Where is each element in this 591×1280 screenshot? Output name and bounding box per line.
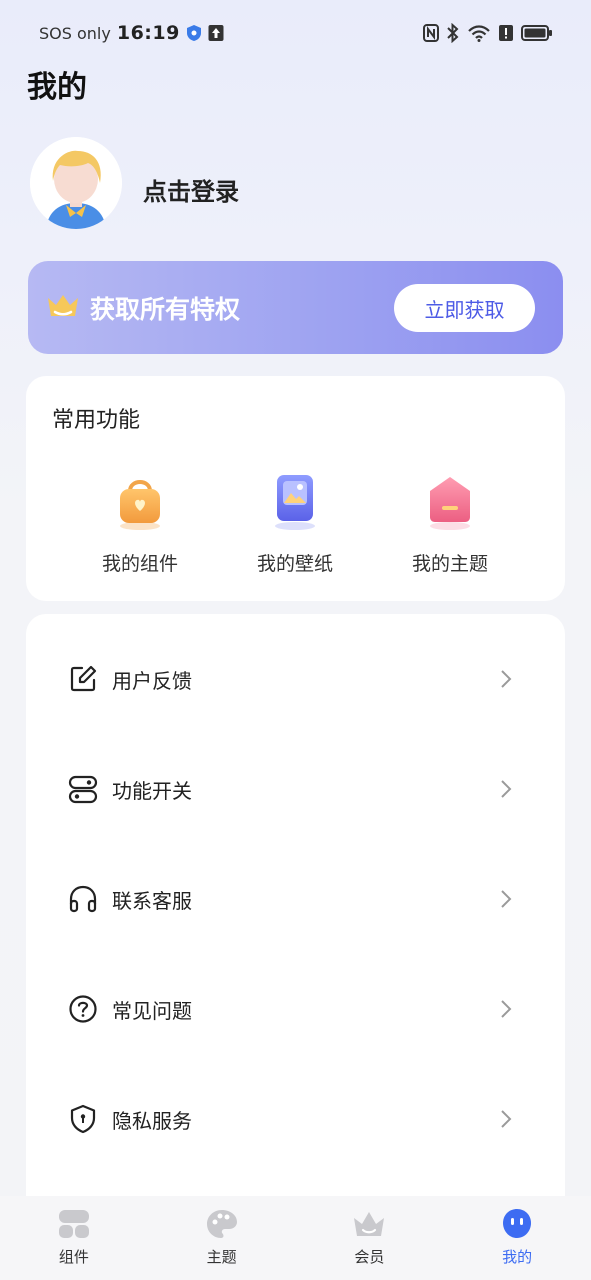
nav-tab-mine[interactable]: 我的 <box>443 1196 591 1280</box>
common-functions-card: 常用功能 我的组件 我的壁纸 我的主题 <box>26 376 565 601</box>
menu-item-privacy[interactable]: 隐私服务 <box>26 1079 565 1159</box>
upload-status-icon <box>208 24 224 42</box>
menu-label-feature-switch: 功能开关 <box>112 778 192 803</box>
common-functions-title: 常用功能 <box>52 408 141 433</box>
status-bar: SOS only 16:19 <box>0 0 591 66</box>
home-theme-icon <box>430 477 470 530</box>
get-now-button[interactable]: 立即获取 <box>394 284 535 332</box>
login-button[interactable]: 点击登录 <box>143 172 239 207</box>
wifi-icon <box>467 24 491 42</box>
bluetooth-icon <box>447 23 459 43</box>
vip-banner[interactable]: 获取所有特权 立即获取 <box>28 261 563 354</box>
shield-icon <box>70 1104 96 1134</box>
crown-nav-icon <box>354 1212 385 1236</box>
palette-icon <box>206 1210 237 1238</box>
avatar-illustration-icon <box>30 137 122 229</box>
menu-item-customer-service[interactable]: 联系客服 <box>26 859 565 939</box>
alert-status-icon <box>499 24 513 42</box>
question-icon <box>69 995 97 1023</box>
chevron-right-icon <box>501 890 512 908</box>
menu-label-privacy: 隐私服务 <box>112 1108 192 1133</box>
chevron-right-icon <box>501 670 512 688</box>
settings-menu-card: 用户反馈 功能开关 联系客服 常见问题 隐私服务 <box>26 614 565 1214</box>
menu-item-faq[interactable]: 常见问题 <box>26 969 565 1049</box>
menu-label-faq: 常见问题 <box>112 998 192 1023</box>
nav-label-membership: 会员 <box>354 1248 385 1266</box>
menu-item-feedback[interactable]: 用户反馈 <box>26 639 565 719</box>
my-wallpapers-item[interactable]: 我的壁纸 <box>235 471 355 581</box>
menu-label-customer-service: 联系客服 <box>112 888 192 913</box>
edit-icon <box>70 665 97 692</box>
profile-face-icon <box>503 1209 532 1238</box>
crown-icon <box>46 292 80 324</box>
wallpaper-icon <box>275 475 315 530</box>
nav-tab-themes[interactable]: 主题 <box>148 1196 296 1280</box>
page-title: 我的 <box>27 70 87 105</box>
status-bar-right <box>423 23 553 43</box>
clock: 16:19 <box>116 22 180 44</box>
shield-status-icon <box>186 24 202 42</box>
chevron-right-icon <box>501 1110 512 1128</box>
bag-icon <box>120 480 160 530</box>
nav-label-themes: 主题 <box>206 1248 237 1266</box>
menu-label-feedback: 用户反馈 <box>112 668 192 693</box>
avatar[interactable] <box>30 137 122 229</box>
nav-label-mine: 我的 <box>502 1248 533 1266</box>
my-themes-label: 我的主题 <box>411 553 488 575</box>
chevron-right-icon <box>501 780 512 798</box>
widgets-icon <box>58 1210 89 1238</box>
bottom-nav: 组件 主题 会员 我的 <box>0 1196 591 1280</box>
toggle-icon <box>68 775 98 804</box>
headset-icon <box>69 885 97 913</box>
carrier-text: SOS only <box>39 23 111 43</box>
vip-banner-text: 获取所有特权 <box>90 294 241 324</box>
nav-tab-widgets[interactable]: 组件 <box>0 1196 148 1280</box>
chevron-right-icon <box>501 1000 512 1018</box>
nav-tab-membership[interactable]: 会员 <box>296 1196 444 1280</box>
my-widgets-label: 我的组件 <box>101 553 178 575</box>
menu-item-feature-switch[interactable]: 功能开关 <box>26 749 565 829</box>
my-widgets-item[interactable]: 我的组件 <box>80 471 200 581</box>
battery-icon <box>521 24 553 42</box>
nav-label-widgets: 组件 <box>58 1248 89 1266</box>
nfc-icon <box>423 24 439 42</box>
status-bar-left: SOS only 16:19 <box>39 22 224 44</box>
my-wallpapers-label: 我的壁纸 <box>256 553 333 575</box>
my-themes-item[interactable]: 我的主题 <box>390 471 510 581</box>
